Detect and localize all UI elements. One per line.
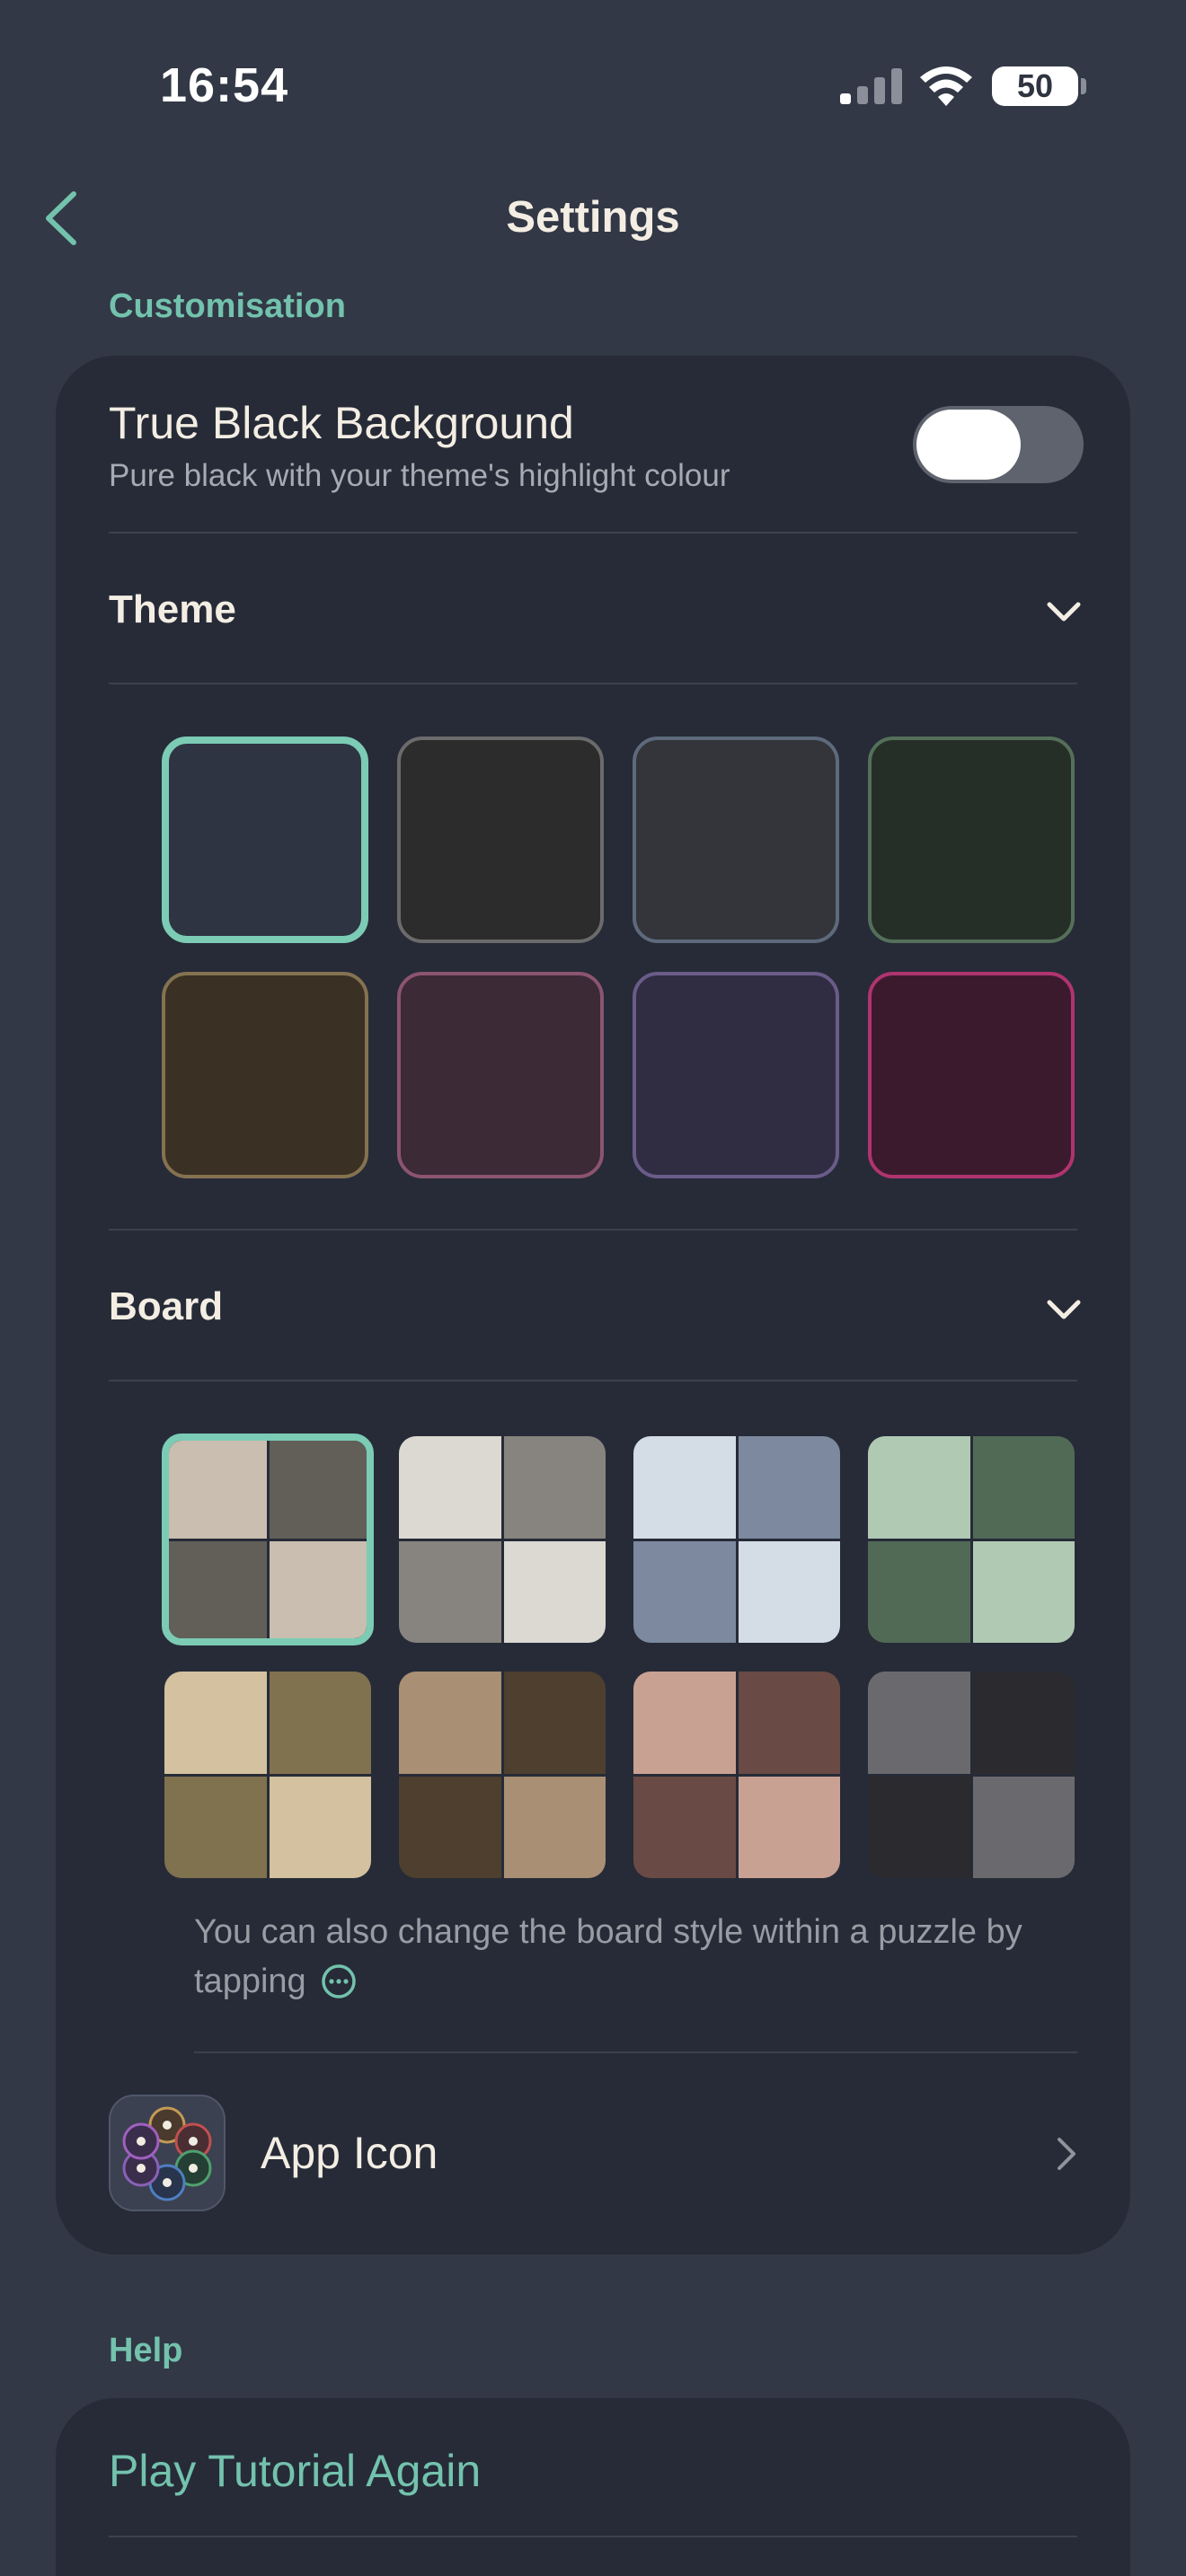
board-square <box>269 1441 367 1539</box>
status-bar: 16:54 50 <box>0 0 1186 171</box>
section-label-help: Help <box>109 2332 183 2369</box>
board-square <box>503 1672 606 1774</box>
theme-chevron-down-icon[interactable] <box>1044 597 1084 624</box>
board-square <box>269 1776 371 1878</box>
board-square <box>738 1540 840 1643</box>
board-square <box>868 1540 970 1643</box>
theme-swatch[interactable] <box>162 972 368 1178</box>
section-label-customisation: Customisation <box>109 287 346 325</box>
board-square <box>633 1540 736 1643</box>
theme-swatch[interactable] <box>868 972 1075 1178</box>
board-square <box>399 1672 501 1774</box>
board-style-option[interactable] <box>865 1434 1077 1645</box>
board-square <box>399 1776 501 1878</box>
board-style-option[interactable] <box>396 1434 608 1645</box>
play-tutorial-button[interactable]: Play Tutorial Again <box>109 2445 481 2497</box>
toggle-knob <box>916 410 1021 480</box>
chess-pieces-logo-icon <box>122 2106 212 2201</box>
board-square <box>868 1436 970 1539</box>
board-square <box>868 1776 970 1878</box>
battery-tip <box>1081 78 1086 94</box>
app-icon-preview[interactable] <box>109 2095 226 2211</box>
board-style-option[interactable] <box>162 1669 374 1881</box>
board-square <box>738 1436 840 1539</box>
board-style-option[interactable] <box>162 1434 374 1645</box>
theme-swatch[interactable] <box>633 737 839 943</box>
more-options-icon <box>322 1964 356 1998</box>
battery-level: 50 <box>1016 67 1054 104</box>
board-style-option[interactable] <box>631 1669 843 1881</box>
board-square <box>738 1776 840 1878</box>
board-style-option[interactable] <box>631 1434 843 1645</box>
theme-swatch[interactable] <box>397 737 604 943</box>
board-square <box>269 1672 371 1774</box>
divider <box>109 532 1077 534</box>
board-chevron-down-icon[interactable] <box>1044 1295 1084 1322</box>
chevron-right-icon[interactable] <box>1056 2136 1077 2172</box>
true-black-toggle[interactable] <box>913 406 1084 483</box>
board-square <box>868 1672 970 1774</box>
board-square <box>633 1776 736 1878</box>
board-square <box>972 1776 1075 1878</box>
theme-header[interactable]: Theme <box>109 587 236 632</box>
theme-swatch[interactable] <box>162 737 368 943</box>
board-square <box>399 1436 501 1539</box>
board-square <box>169 1441 267 1539</box>
wifi-icon <box>920 66 972 106</box>
board-note: You can also change the board style with… <box>194 1908 1084 2007</box>
theme-swatch[interactable] <box>868 737 1075 943</box>
divider <box>109 683 1077 684</box>
app-icon-label[interactable]: App Icon <box>261 2127 438 2179</box>
board-square <box>503 1540 606 1643</box>
board-header[interactable]: Board <box>109 1284 223 1329</box>
board-square <box>503 1436 606 1539</box>
board-note-text: You can also change the board style with… <box>194 1913 1022 2000</box>
divider <box>109 1229 1077 1231</box>
true-black-title: True Black Background <box>109 398 574 448</box>
theme-swatch[interactable] <box>397 972 604 1178</box>
board-square <box>633 1436 736 1539</box>
theme-swatch[interactable] <box>633 972 839 1178</box>
board-square <box>164 1672 267 1774</box>
board-square <box>503 1776 606 1878</box>
divider <box>109 1380 1077 1381</box>
settings-screen: 16:54 50 Settings Customisation True Bla… <box>0 0 1186 2576</box>
board-square <box>972 1436 1075 1539</box>
board-square <box>972 1672 1075 1774</box>
divider <box>194 2051 1077 2053</box>
board-square <box>169 1540 267 1638</box>
board-square <box>269 1540 367 1638</box>
battery-icon: 50 <box>992 66 1078 106</box>
board-square <box>738 1672 840 1774</box>
board-square <box>972 1540 1075 1643</box>
true-black-subtitle: Pure black with your theme's highlight c… <box>109 458 730 493</box>
board-square <box>164 1776 267 1878</box>
divider <box>109 2536 1077 2537</box>
board-square <box>399 1540 501 1643</box>
status-time: 16:54 <box>160 58 289 112</box>
board-style-option[interactable] <box>396 1669 608 1881</box>
page-title: Settings <box>506 193 680 242</box>
board-square <box>633 1672 736 1774</box>
cellular-signal-icon <box>840 68 902 104</box>
board-style-option[interactable] <box>865 1669 1077 1881</box>
